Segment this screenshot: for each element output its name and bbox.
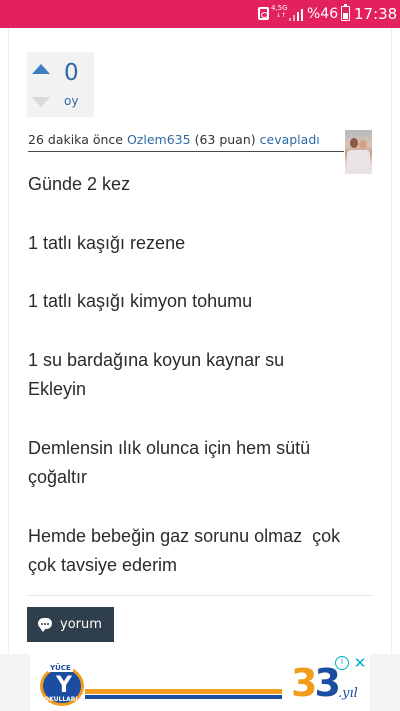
answer-paragraph: Hemde bebeğin gaz sorunu olmaz çok çok t…: [28, 525, 341, 576]
answer-paragraph: Demlensin ılık olunca için hem sütü çoğa…: [28, 437, 311, 488]
status-clock: 17:38: [354, 5, 398, 23]
author-link[interactable]: Ozlem635: [127, 132, 191, 147]
content-divider: [28, 595, 372, 596]
network-activity-icon: ↓↑: [276, 12, 287, 19]
answered-link[interactable]: cevapladı: [260, 132, 320, 147]
comment-button[interactable]: yorum: [27, 607, 114, 642]
answer-paragraph: 1 su bardağına koyun kaynar su Ekleyin: [28, 349, 285, 400]
answer-paragraph: 1 tatlı kaşığı kimyon tohumu: [28, 291, 253, 311]
answer-paragraph: 1 tatlı kaşığı rezene: [28, 232, 186, 253]
vote-label: oy: [64, 94, 79, 108]
ad-logo-letter: Y: [56, 673, 72, 698]
battery-percent: %46: [307, 6, 339, 22]
ad-stripe-orange: [85, 689, 282, 694]
ad-close-icon[interactable]: ✕: [352, 655, 368, 671]
answer-meta: 26 dakika önce Ozlem635 (63 puan) cevapl…: [28, 132, 320, 147]
comment-button-label: yorum: [60, 617, 102, 632]
answer-time: 26 dakika önce: [28, 132, 123, 147]
ad-logo-text: YÜCE: [48, 664, 73, 672]
status-bar: 4,5G ↓↑ %46 17:38: [0, 0, 400, 28]
ad-anniversary-suffix: .yıl: [338, 686, 358, 701]
ad-logo-subtext: OKULLARI: [44, 696, 78, 703]
downvote-arrow-icon[interactable]: [32, 97, 50, 107]
author-points: (63 puan): [194, 132, 256, 147]
answer-body: Günde 2 kez 1 tatlı kaşığı rezene 1 tatl…: [28, 170, 373, 610]
signal-strength-icon: [289, 8, 305, 21]
author-avatar[interactable]: [345, 130, 372, 174]
screenshot-icon: [258, 7, 270, 20]
ad-anniversary-number: 33: [291, 661, 341, 705]
network-type-indicator: 4,5G ↓↑: [271, 4, 288, 20]
answer-paragraph: Günde 2 kez: [28, 174, 131, 194]
ad-stripe-blue: [85, 695, 282, 699]
vote-box: 0 oy: [27, 52, 94, 117]
upvote-arrow-icon[interactable]: [32, 64, 50, 74]
ad-school-logo[interactable]: YÜCE Y OKULLARI: [40, 664, 86, 708]
battery-icon: [341, 3, 350, 21]
network-type-label: 4,5G: [271, 4, 288, 12]
meta-divider: [28, 151, 344, 152]
comment-bubble-icon: [38, 618, 52, 632]
vote-count: 0: [64, 60, 79, 86]
ad-info-icon[interactable]: i: [335, 656, 349, 670]
